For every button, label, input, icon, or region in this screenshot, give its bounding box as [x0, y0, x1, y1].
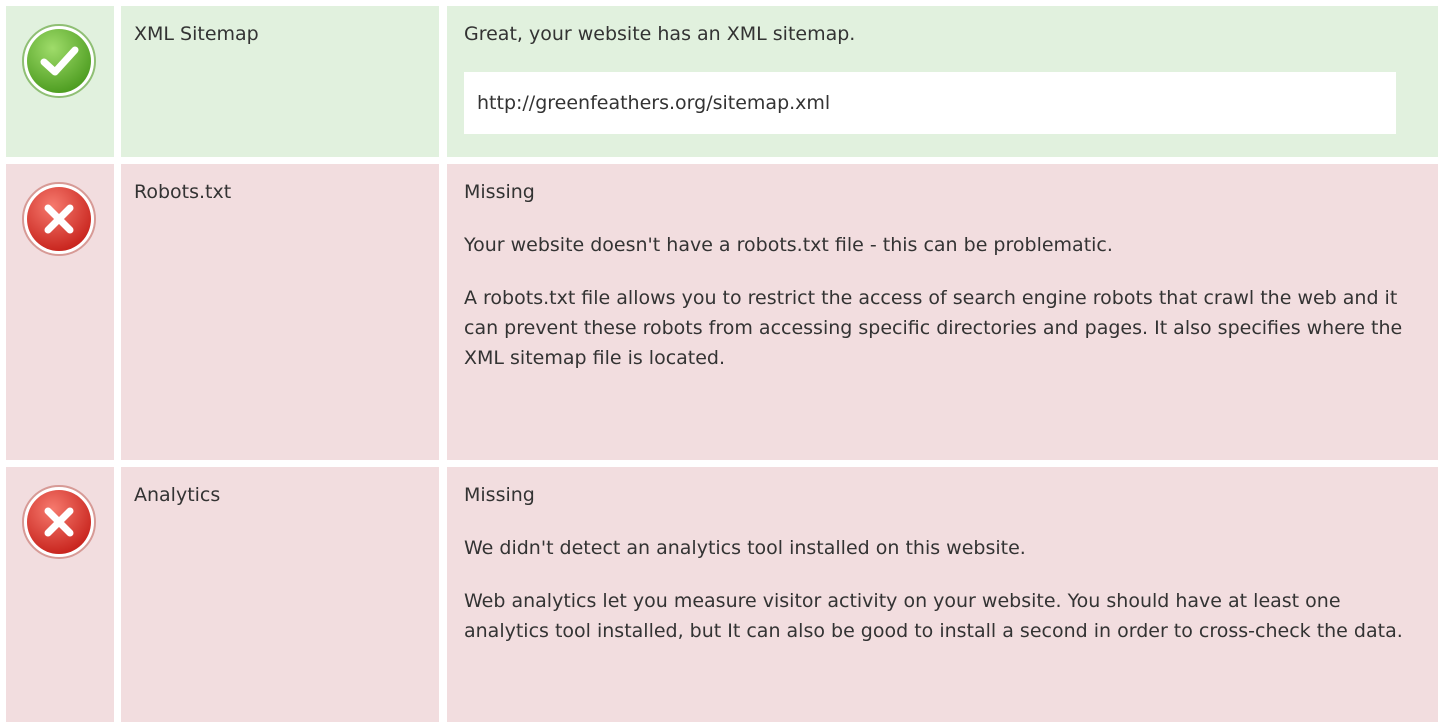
- check-name: Analytics: [134, 484, 221, 506]
- check-result-cell: Great, your website has an XML sitemap. …: [447, 6, 1438, 157]
- check-name-cell: Robots.txt: [121, 164, 439, 460]
- result-message: We didn't detect an analytics tool insta…: [464, 537, 1026, 559]
- check-result-cell: Missing Your website doesn't have a robo…: [447, 164, 1438, 460]
- status-icon-cell: [6, 6, 114, 157]
- check-row-robots-txt: Robots.txt Missing Your website doesn't …: [0, 164, 1445, 460]
- cross-icon: [20, 180, 98, 258]
- result-message: Great, your website has an XML sitemap.: [464, 23, 856, 45]
- cross-icon: [20, 483, 98, 561]
- result-message: Your website doesn't have a robots.txt f…: [464, 234, 1113, 256]
- result-status: Missing: [464, 484, 535, 506]
- check-name: Robots.txt: [134, 181, 232, 203]
- result-status: Missing: [464, 181, 535, 203]
- check-name: XML Sitemap: [134, 23, 259, 45]
- sitemap-url-link[interactable]: http://greenfeathers.org/sitemap.xml: [464, 72, 1396, 134]
- status-icon-cell: [6, 467, 114, 722]
- check-name-cell: XML Sitemap: [121, 6, 439, 157]
- check-result-cell: Missing We didn't detect an analytics to…: [447, 467, 1438, 722]
- result-description: Web analytics let you measure visitor ac…: [464, 590, 1403, 642]
- check-row-xml-sitemap: XML Sitemap Great, your website has an X…: [0, 6, 1445, 157]
- check-icon: [20, 22, 98, 100]
- result-description: A robots.txt file allows you to restrict…: [464, 287, 1403, 369]
- status-icon-cell: [6, 164, 114, 460]
- check-row-analytics: Analytics Missing We didn't detect an an…: [0, 467, 1445, 722]
- check-name-cell: Analytics: [121, 467, 439, 722]
